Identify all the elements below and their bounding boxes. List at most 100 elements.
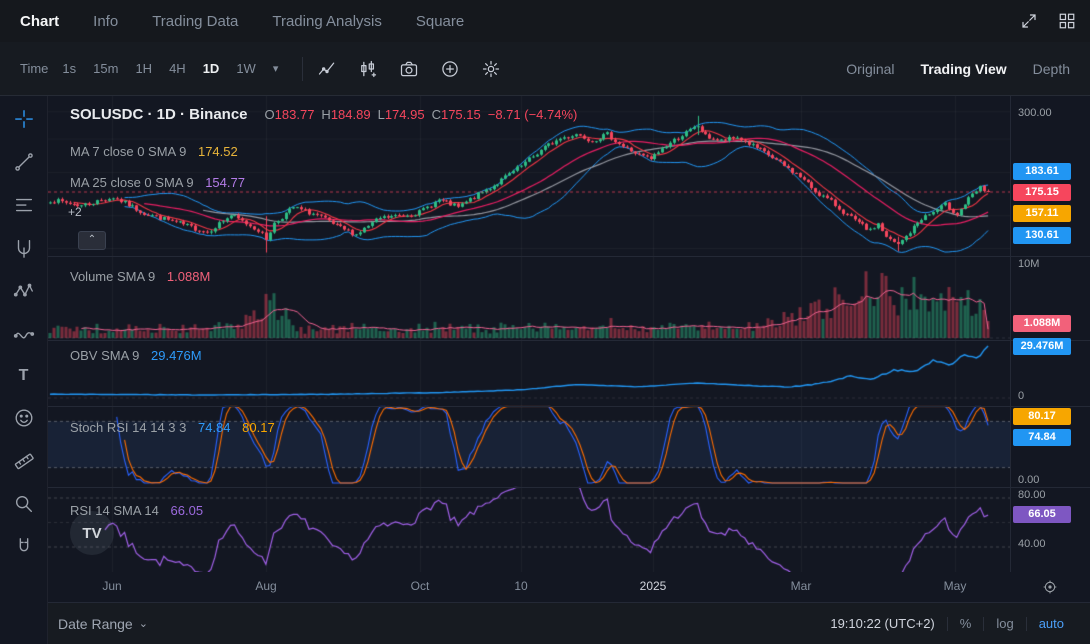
view-tradingview[interactable]: Trading View	[921, 61, 1007, 77]
chart-canvas[interactable]	[48, 96, 1010, 572]
low-label: L	[378, 107, 385, 122]
interval-1d[interactable]: 1D	[203, 61, 220, 76]
bb-lower-badge: 130.61	[1013, 227, 1071, 244]
tab-chart[interactable]: Chart	[20, 13, 59, 30]
xaxis-label-mar: Mar	[791, 579, 812, 593]
open-label: O	[265, 107, 275, 122]
pane-separator[interactable]	[48, 487, 1090, 488]
stoch-label: Stoch RSI 14 14 3 3	[70, 420, 186, 435]
tab-info[interactable]: Info	[93, 13, 118, 30]
view-depth[interactable]: Depth	[1033, 61, 1070, 77]
stoch-axis-tick: 0.00	[1018, 474, 1039, 486]
fib-retracement-icon[interactable]	[13, 194, 35, 216]
change-value: −8.71 (−4.74%)	[488, 107, 578, 122]
obv-legend: OBV SMA 9 29.476M	[70, 348, 202, 363]
ma7-legend: MA 7 close 0 SMA 9 174.52	[70, 144, 238, 159]
indicators-button[interactable]	[358, 59, 378, 79]
symbol-title: SOLUSDC · 1D · Binance	[70, 106, 248, 123]
gear-icon	[481, 59, 501, 79]
clock: 19:10:22 (UTC+2)	[818, 616, 946, 631]
add-alert-button[interactable]	[440, 59, 460, 79]
rsi-axis-tick-80: 80.00	[1018, 489, 1046, 501]
volume-sma-badge: 1.088M	[1013, 315, 1071, 332]
rsi-axis-tick-40: 40.00	[1018, 538, 1046, 550]
xaxis-label-may: May	[944, 579, 967, 593]
ma7-label: MA 7 close 0 SMA 9	[70, 144, 186, 159]
chart-style-button[interactable]	[317, 59, 337, 79]
xabcd-pattern-icon[interactable]	[13, 280, 35, 302]
price-axis-separator[interactable]	[1010, 96, 1011, 602]
obv-badge: 29.476M	[1013, 338, 1071, 355]
interval-1h[interactable]: 1H	[135, 61, 152, 76]
time-axis[interactable]: Jun Aug Oct 10 2025 Mar May	[48, 572, 1010, 602]
crosshair-icon[interactable]	[13, 108, 35, 130]
emoji-icon[interactable]	[13, 407, 35, 429]
last-price-badge: 175.15	[1013, 184, 1071, 201]
high-value: 184.89	[331, 107, 371, 122]
open-value: 183.77	[275, 107, 315, 122]
volume-axis-tick: 10M	[1018, 258, 1039, 270]
tab-trading-data[interactable]: Trading Data	[152, 13, 238, 30]
volume-legend: Volume SMA 9 1.088M	[70, 269, 210, 284]
tab-trading-analysis[interactable]: Trading Analysis	[272, 13, 382, 30]
xaxis-label-10: 10	[514, 579, 527, 593]
time-label: Time	[20, 61, 48, 76]
stoch-d-value: 80.17	[242, 420, 275, 435]
axis-settings-icon[interactable]	[1042, 579, 1058, 595]
xaxis-label-oct: Oct	[411, 579, 430, 593]
view-original[interactable]: Original	[846, 61, 894, 77]
toolbar-divider	[302, 57, 303, 81]
close-value: 175.15	[441, 107, 481, 122]
auto-scale-button[interactable]: auto	[1027, 616, 1076, 631]
interval-1w[interactable]: 1W	[236, 61, 256, 76]
collapse-legend-button[interactable]: ⌃	[78, 231, 106, 250]
app-header: Chart Info Trading Data Trading Analysis…	[0, 0, 1090, 42]
obv-value: 29.476M	[151, 348, 202, 363]
obv-label: OBV SMA 9	[70, 348, 139, 363]
high-label: H	[321, 107, 330, 122]
pane-separator[interactable]	[48, 256, 1090, 257]
trading-chart-app: Chart Info Trading Data Trading Analysis…	[0, 0, 1090, 644]
drawing-toolbar: T	[0, 96, 48, 644]
pitchfork-icon[interactable]	[13, 237, 35, 259]
date-range-caret-icon[interactable]: ⌄	[139, 617, 148, 630]
date-range-button[interactable]: Date Range	[58, 616, 133, 632]
magnet-icon[interactable]	[13, 536, 35, 558]
xaxis-label-aug: Aug	[255, 579, 276, 593]
chart-toolbar: Time 1s 15m 1H 4H 1D 1W ▾ Original Tradi…	[0, 42, 1090, 96]
more-indicators-button[interactable]: +2	[68, 205, 82, 219]
axis-corner	[1010, 572, 1090, 602]
grid-layout-icon[interactable]	[1058, 12, 1076, 30]
percent-scale-button[interactable]: %	[948, 616, 984, 631]
expand-icon[interactable]	[1020, 12, 1038, 30]
forecast-brush-icon[interactable]	[13, 323, 35, 345]
ma25-legend: MA 25 close 0 SMA 9 154.77	[70, 175, 245, 190]
interval-4h[interactable]: 4H	[169, 61, 186, 76]
interval-15m[interactable]: 15m	[93, 61, 118, 76]
ma7-value: 174.52	[198, 144, 238, 159]
rsi-badge: 66.05	[1013, 506, 1071, 523]
interval-dropdown-icon[interactable]: ▾	[273, 62, 279, 75]
pane-separator[interactable]	[48, 406, 1090, 407]
xaxis-label-2025: 2025	[640, 579, 667, 593]
screenshot-button[interactable]	[399, 59, 419, 79]
text-tool-icon[interactable]: T	[19, 366, 29, 386]
plus-circle-icon	[440, 59, 460, 79]
zoom-icon[interactable]	[13, 493, 35, 515]
xaxis-label-jun: Jun	[102, 579, 121, 593]
interval-1s[interactable]: 1s	[62, 61, 76, 76]
stoch-k-badge: 74.84	[1013, 429, 1071, 446]
ruler-measure-icon[interactable]	[13, 450, 35, 472]
settings-button[interactable]	[481, 59, 501, 79]
low-value: 174.95	[385, 107, 425, 122]
rsi-value: 66.05	[171, 503, 204, 518]
indicators-icon	[358, 59, 378, 79]
pane-separator[interactable]	[48, 340, 1090, 341]
tradingview-logo[interactable]: TV	[70, 511, 114, 555]
trend-line-icon[interactable]	[13, 151, 35, 173]
tab-square[interactable]: Square	[416, 13, 464, 30]
ma25-value: 154.77	[205, 175, 245, 190]
log-scale-button[interactable]: log	[984, 616, 1025, 631]
stoch-k-value: 74.84	[198, 420, 231, 435]
volume-label: Volume SMA 9	[70, 269, 155, 284]
